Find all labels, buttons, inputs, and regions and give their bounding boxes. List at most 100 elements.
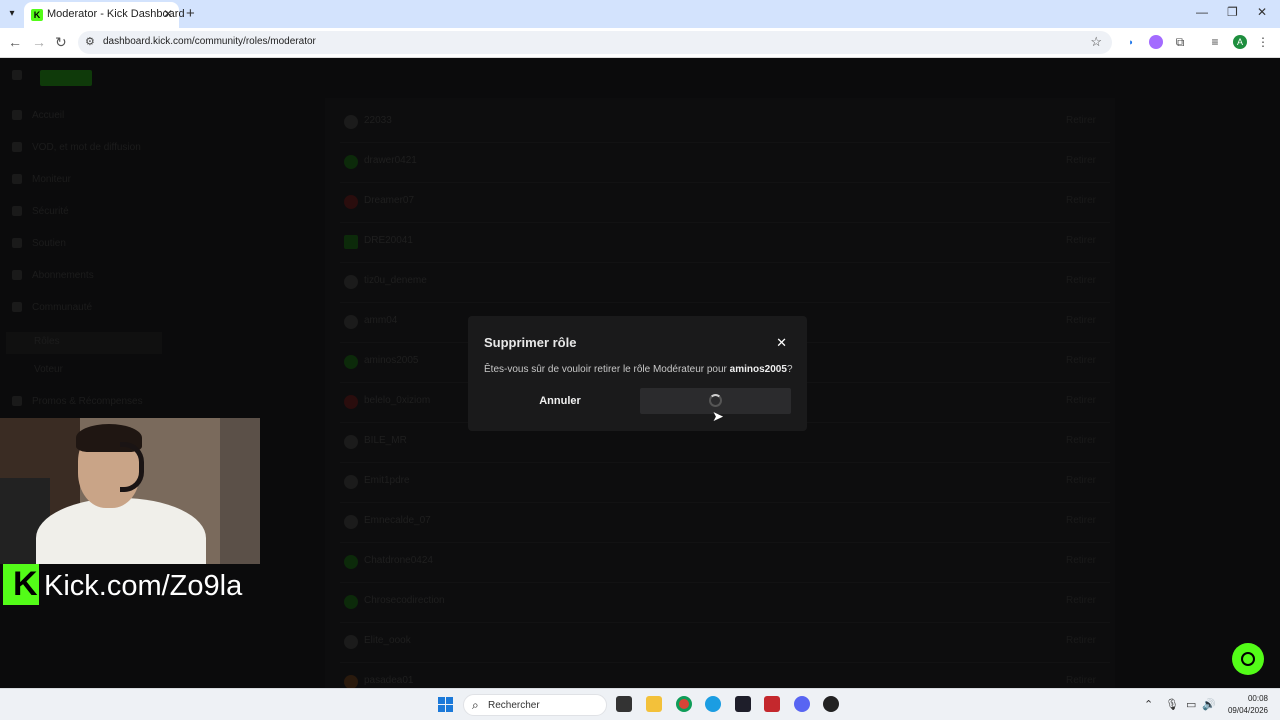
minimize-icon[interactable]: — bbox=[1196, 5, 1208, 19]
remove-link[interactable]: Retirer bbox=[1066, 195, 1096, 206]
sidebar-item-moniteur[interactable]: Moniteur bbox=[12, 174, 162, 194]
site-info-icon[interactable]: ⚙ bbox=[85, 35, 95, 48]
bookmark-star-icon[interactable]: ☆ bbox=[1090, 34, 1102, 50]
tab-close-icon[interactable]: ✕ bbox=[163, 7, 173, 21]
avatar bbox=[344, 235, 358, 249]
media-control-icon[interactable]: ≡ bbox=[1208, 35, 1222, 49]
moderator-name[interactable]: Elite_oook bbox=[364, 635, 411, 646]
sidebar-item-promos[interactable]: Promos & Récompenses bbox=[12, 396, 162, 416]
sidebar-item-voteur[interactable]: Voteur bbox=[12, 364, 162, 384]
remove-link[interactable]: Retirer bbox=[1066, 275, 1096, 286]
profile-avatar[interactable]: A bbox=[1233, 35, 1247, 49]
moderator-name[interactable]: DRE20041 bbox=[364, 235, 413, 246]
cancel-button[interactable]: Annuler bbox=[484, 388, 636, 414]
file-explorer-icon[interactable] bbox=[646, 696, 662, 712]
video-icon bbox=[12, 142, 22, 153]
moderator-name[interactable]: Chatdrone0424 bbox=[364, 555, 433, 566]
table-row: Emnecalde_07 Retirer bbox=[340, 503, 1110, 543]
new-tab-icon[interactable]: + bbox=[186, 5, 195, 22]
moderator-name[interactable]: 22033 bbox=[364, 115, 392, 126]
sidebar-item-abonnements[interactable]: Abonnements bbox=[12, 270, 162, 290]
avatar bbox=[344, 275, 358, 289]
table-row: Elite_oook Retirer bbox=[340, 623, 1110, 663]
webcam-overlay bbox=[0, 418, 260, 564]
windows-start-icon[interactable] bbox=[438, 697, 454, 713]
moderator-name[interactable]: pasadea01 bbox=[364, 675, 414, 686]
address-bar[interactable]: ⚙ dashboard.kick.com/community/roles/mod… bbox=[78, 31, 1112, 54]
remove-link[interactable]: Retirer bbox=[1066, 595, 1096, 606]
system-clock[interactable]: 00:08 09/04/2026 bbox=[1222, 693, 1268, 717]
sidebar-item-roles[interactable]: Rôles bbox=[6, 332, 162, 354]
moderator-name[interactable]: Dreamer07 bbox=[364, 195, 414, 206]
discord-icon[interactable] bbox=[794, 696, 810, 712]
moderator-name[interactable]: amm04 bbox=[364, 315, 397, 326]
remove-link[interactable]: Retirer bbox=[1066, 235, 1096, 246]
extension-ai-icon[interactable] bbox=[1149, 35, 1163, 49]
avatar bbox=[344, 355, 358, 369]
menu-icon[interactable] bbox=[12, 70, 32, 90]
search-placeholder: Rechercher bbox=[488, 700, 540, 711]
network-icon[interactable]: ▭ bbox=[1186, 698, 1196, 711]
moderator-name[interactable]: aminos2005 bbox=[364, 355, 418, 366]
back-icon[interactable]: ← bbox=[8, 34, 22, 50]
help-chat-button[interactable] bbox=[1232, 643, 1264, 675]
avatar bbox=[344, 195, 358, 209]
chrome-icon[interactable] bbox=[676, 696, 692, 712]
sidebar-item-securite[interactable]: Sécurité bbox=[12, 206, 162, 226]
support-icon bbox=[12, 238, 22, 249]
search-icon: ⌕ bbox=[472, 698, 479, 712]
kick-logo-icon: K bbox=[3, 564, 39, 605]
app-red-icon[interactable] bbox=[764, 696, 780, 712]
extension-audio-icon[interactable]: ◗ bbox=[1124, 35, 1138, 49]
monitor-icon bbox=[12, 174, 22, 185]
reload-icon[interactable]: ↻ bbox=[55, 34, 67, 51]
table-row: Dreamer07 Retirer bbox=[340, 183, 1110, 223]
forward-icon[interactable]: → bbox=[32, 34, 46, 50]
close-window-icon[interactable]: ✕ bbox=[1257, 5, 1267, 19]
moderator-name[interactable]: Emit1pdre bbox=[364, 475, 410, 486]
browser-menu-icon[interactable]: ⋮ bbox=[1256, 35, 1270, 49]
taskbar-search[interactable]: ⌕ Rechercher bbox=[463, 694, 607, 716]
moderator-name[interactable]: belelo_0xiziom bbox=[364, 395, 430, 406]
dialog-message: Êtes-vous sûr de vouloir retirer le rôle… bbox=[484, 364, 793, 375]
edge-icon[interactable] bbox=[705, 696, 721, 712]
moderator-name[interactable]: tiz0u_deneme bbox=[364, 275, 427, 286]
tray-expand-icon[interactable]: ⌃ bbox=[1144, 698, 1153, 711]
remove-link[interactable]: Retirer bbox=[1066, 675, 1096, 686]
avatar bbox=[344, 435, 358, 449]
extensions-puzzle-icon[interactable]: ⧉ bbox=[1173, 35, 1187, 49]
tab-search-icon[interactable]: ▾ bbox=[4, 6, 20, 22]
remove-link[interactable]: Retirer bbox=[1066, 435, 1096, 446]
remove-link[interactable]: Retirer bbox=[1066, 115, 1096, 126]
tab-bar: ▾ K Moderator - Kick Dashboard ✕ + — ❐ ✕ bbox=[0, 0, 1280, 28]
volume-icon[interactable]: 🔊 bbox=[1202, 698, 1216, 711]
table-row: drawer0421 Retirer bbox=[340, 143, 1110, 183]
moderator-name[interactable]: Emnecalde_07 bbox=[364, 515, 431, 526]
remove-link[interactable]: Retirer bbox=[1066, 515, 1096, 526]
task-view-icon[interactable] bbox=[616, 696, 632, 712]
moderator-name[interactable]: Chrosecodirection bbox=[364, 595, 445, 606]
moderator-name[interactable]: drawer0421 bbox=[364, 155, 417, 166]
sidebar-item-accueil[interactable]: Accueil bbox=[12, 110, 162, 130]
sidebar-item-soutien[interactable]: Soutien bbox=[12, 238, 162, 258]
sidebar-item-vod[interactable]: VOD, et mot de diffusion bbox=[12, 142, 162, 162]
remove-link[interactable]: Retirer bbox=[1066, 635, 1096, 646]
remove-link[interactable]: Retirer bbox=[1066, 555, 1096, 566]
remove-link[interactable]: Retirer bbox=[1066, 395, 1096, 406]
sidebar-item-communaute[interactable]: Communauté bbox=[12, 302, 162, 322]
restore-icon[interactable]: ❐ bbox=[1227, 5, 1238, 19]
dialog-title: Supprimer rôle bbox=[484, 335, 577, 350]
obs-icon[interactable] bbox=[735, 696, 751, 712]
remove-link[interactable]: Retirer bbox=[1066, 355, 1096, 366]
remove-link[interactable]: Retirer bbox=[1066, 315, 1096, 326]
remove-link[interactable]: Retirer bbox=[1066, 475, 1096, 486]
tab-active[interactable]: K Moderator - Kick Dashboard ✕ bbox=[24, 2, 185, 28]
kick-logo[interactable] bbox=[40, 70, 92, 86]
close-icon[interactable]: ✕ bbox=[776, 335, 787, 351]
remove-link[interactable]: Retirer bbox=[1066, 155, 1096, 166]
star-icon bbox=[12, 270, 22, 281]
microphone-icon[interactable]: 🎙 bbox=[1165, 698, 1179, 711]
app-dark-icon[interactable] bbox=[823, 696, 839, 712]
avatar bbox=[344, 675, 358, 688]
moderator-name[interactable]: BILE_MR bbox=[364, 435, 407, 446]
